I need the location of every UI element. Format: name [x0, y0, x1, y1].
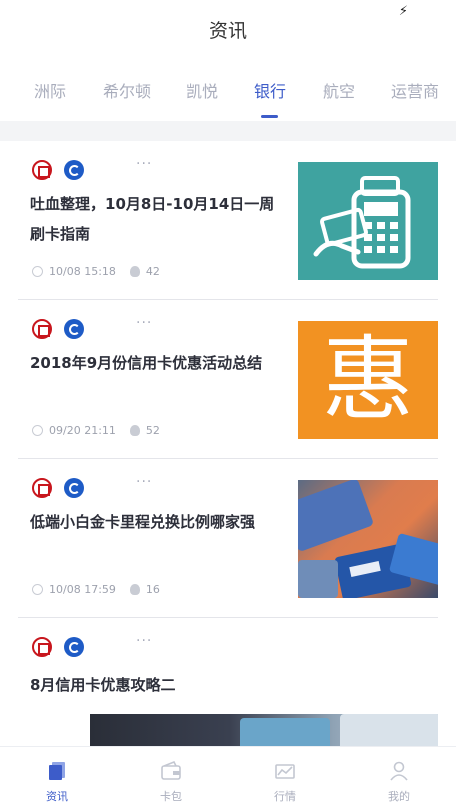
article-thumbnail[interactable] — [298, 480, 438, 598]
nav-market-label: 行情 — [274, 790, 296, 803]
news-icon — [49, 762, 65, 780]
article-thumbnail[interactable] — [298, 162, 438, 280]
article-title[interactable]: 吐血整理，10月8日-10月14日一周刷卡指南 — [30, 189, 288, 249]
card-terminal-icon — [313, 176, 411, 269]
tab-carrier[interactable]: 运营商 — [391, 78, 439, 102]
clock-icon — [32, 425, 43, 436]
more-icon[interactable]: ··· — [136, 156, 152, 172]
more-icon[interactable]: ··· — [136, 315, 152, 331]
clock-icon — [32, 584, 43, 595]
article-banner-image[interactable] — [90, 714, 438, 746]
icbc-logo-icon — [32, 637, 52, 657]
article-meta: 10/08 17:59 16 — [32, 583, 160, 596]
bottom-nav: 资讯 卡包 行情 我的 — [0, 746, 456, 811]
app-screen: ⚡ 资讯 洲际 希尔顿 凯悦 银行 航空 运营商 ··· 吐血整理，10月8日-… — [0, 0, 456, 811]
article-time: 10/08 17:59 — [49, 583, 116, 596]
nav-profile-label: 我的 — [388, 790, 410, 803]
profile-icon — [390, 761, 408, 781]
credit-cards-photo — [240, 714, 438, 746]
article-item[interactable]: ··· 吐血整理，10月8日-10月14日一周刷卡指南 10/08 15:18 4… — [18, 141, 438, 300]
more-icon[interactable]: ··· — [136, 474, 152, 490]
ccb-logo-icon — [64, 319, 84, 339]
article-views: 52 — [145, 424, 160, 437]
icbc-logo-icon — [32, 160, 52, 180]
article-views: 16 — [145, 583, 160, 596]
tab-intercontinental[interactable]: 洲际 — [34, 78, 66, 102]
header: 资讯 — [0, 14, 456, 48]
credit-cards-photo — [298, 480, 438, 598]
nav-news[interactable]: 资讯 — [0, 747, 114, 811]
icbc-logo-icon — [32, 478, 52, 498]
article-time: 10/08 15:18 — [49, 265, 116, 278]
nav-news-label: 资讯 — [46, 790, 68, 803]
article-meta: 10/08 15:18 42 — [32, 265, 160, 278]
article-item[interactable]: ··· 低端小白金卡里程兑换比例哪家强 10/08 17:59 16 — [18, 459, 438, 618]
views-icon — [129, 266, 140, 277]
section-divider — [0, 121, 456, 141]
tab-hilton[interactable]: 希尔顿 — [103, 78, 151, 102]
nav-market[interactable]: 行情 — [228, 747, 342, 811]
article-feed[interactable]: ··· 吐血整理，10月8日-10月14日一周刷卡指南 10/08 15:18 4… — [0, 141, 456, 746]
views-icon — [129, 584, 140, 595]
thumbnail-text: 惠 — [321, 326, 414, 433]
clock-icon — [32, 266, 43, 277]
category-tabs: 洲际 希尔顿 凯悦 银行 航空 运营商 — [0, 70, 456, 120]
article-thumbnail[interactable]: 惠 — [298, 321, 438, 439]
article-meta: 09/20 21:11 52 — [32, 424, 160, 437]
article-time: 09/20 21:11 — [49, 424, 116, 437]
article-item[interactable]: ··· 8月信用卡优惠攻略二 — [18, 618, 438, 746]
nav-wallet[interactable]: 卡包 — [114, 747, 228, 811]
views-icon — [129, 425, 140, 436]
page-title: 资讯 — [208, 20, 247, 42]
more-icon[interactable]: ··· — [136, 633, 152, 649]
active-tab-indicator — [261, 115, 278, 118]
market-icon — [275, 764, 295, 779]
article-title[interactable]: 8月信用卡优惠攻略二 — [30, 670, 288, 700]
nav-profile[interactable]: 我的 — [342, 747, 456, 811]
nav-wallet-label: 卡包 — [160, 790, 182, 803]
tab-airline[interactable]: 航空 — [323, 78, 355, 102]
article-title[interactable]: 2018年9月份信用卡优惠活动总结 — [30, 348, 288, 378]
wallet-icon — [161, 761, 181, 780]
ccb-logo-icon — [64, 637, 84, 657]
article-item[interactable]: ··· 2018年9月份信用卡优惠活动总结 09/20 21:11 52 惠 — [18, 300, 438, 459]
tab-bank[interactable]: 银行 — [254, 78, 286, 102]
article-views: 42 — [145, 265, 160, 278]
ccb-logo-icon — [64, 478, 84, 498]
article-title[interactable]: 低端小白金卡里程兑换比例哪家强 — [30, 507, 288, 537]
tab-hyatt[interactable]: 凯悦 — [186, 78, 218, 102]
ccb-logo-icon — [64, 160, 84, 180]
icbc-logo-icon — [32, 319, 52, 339]
